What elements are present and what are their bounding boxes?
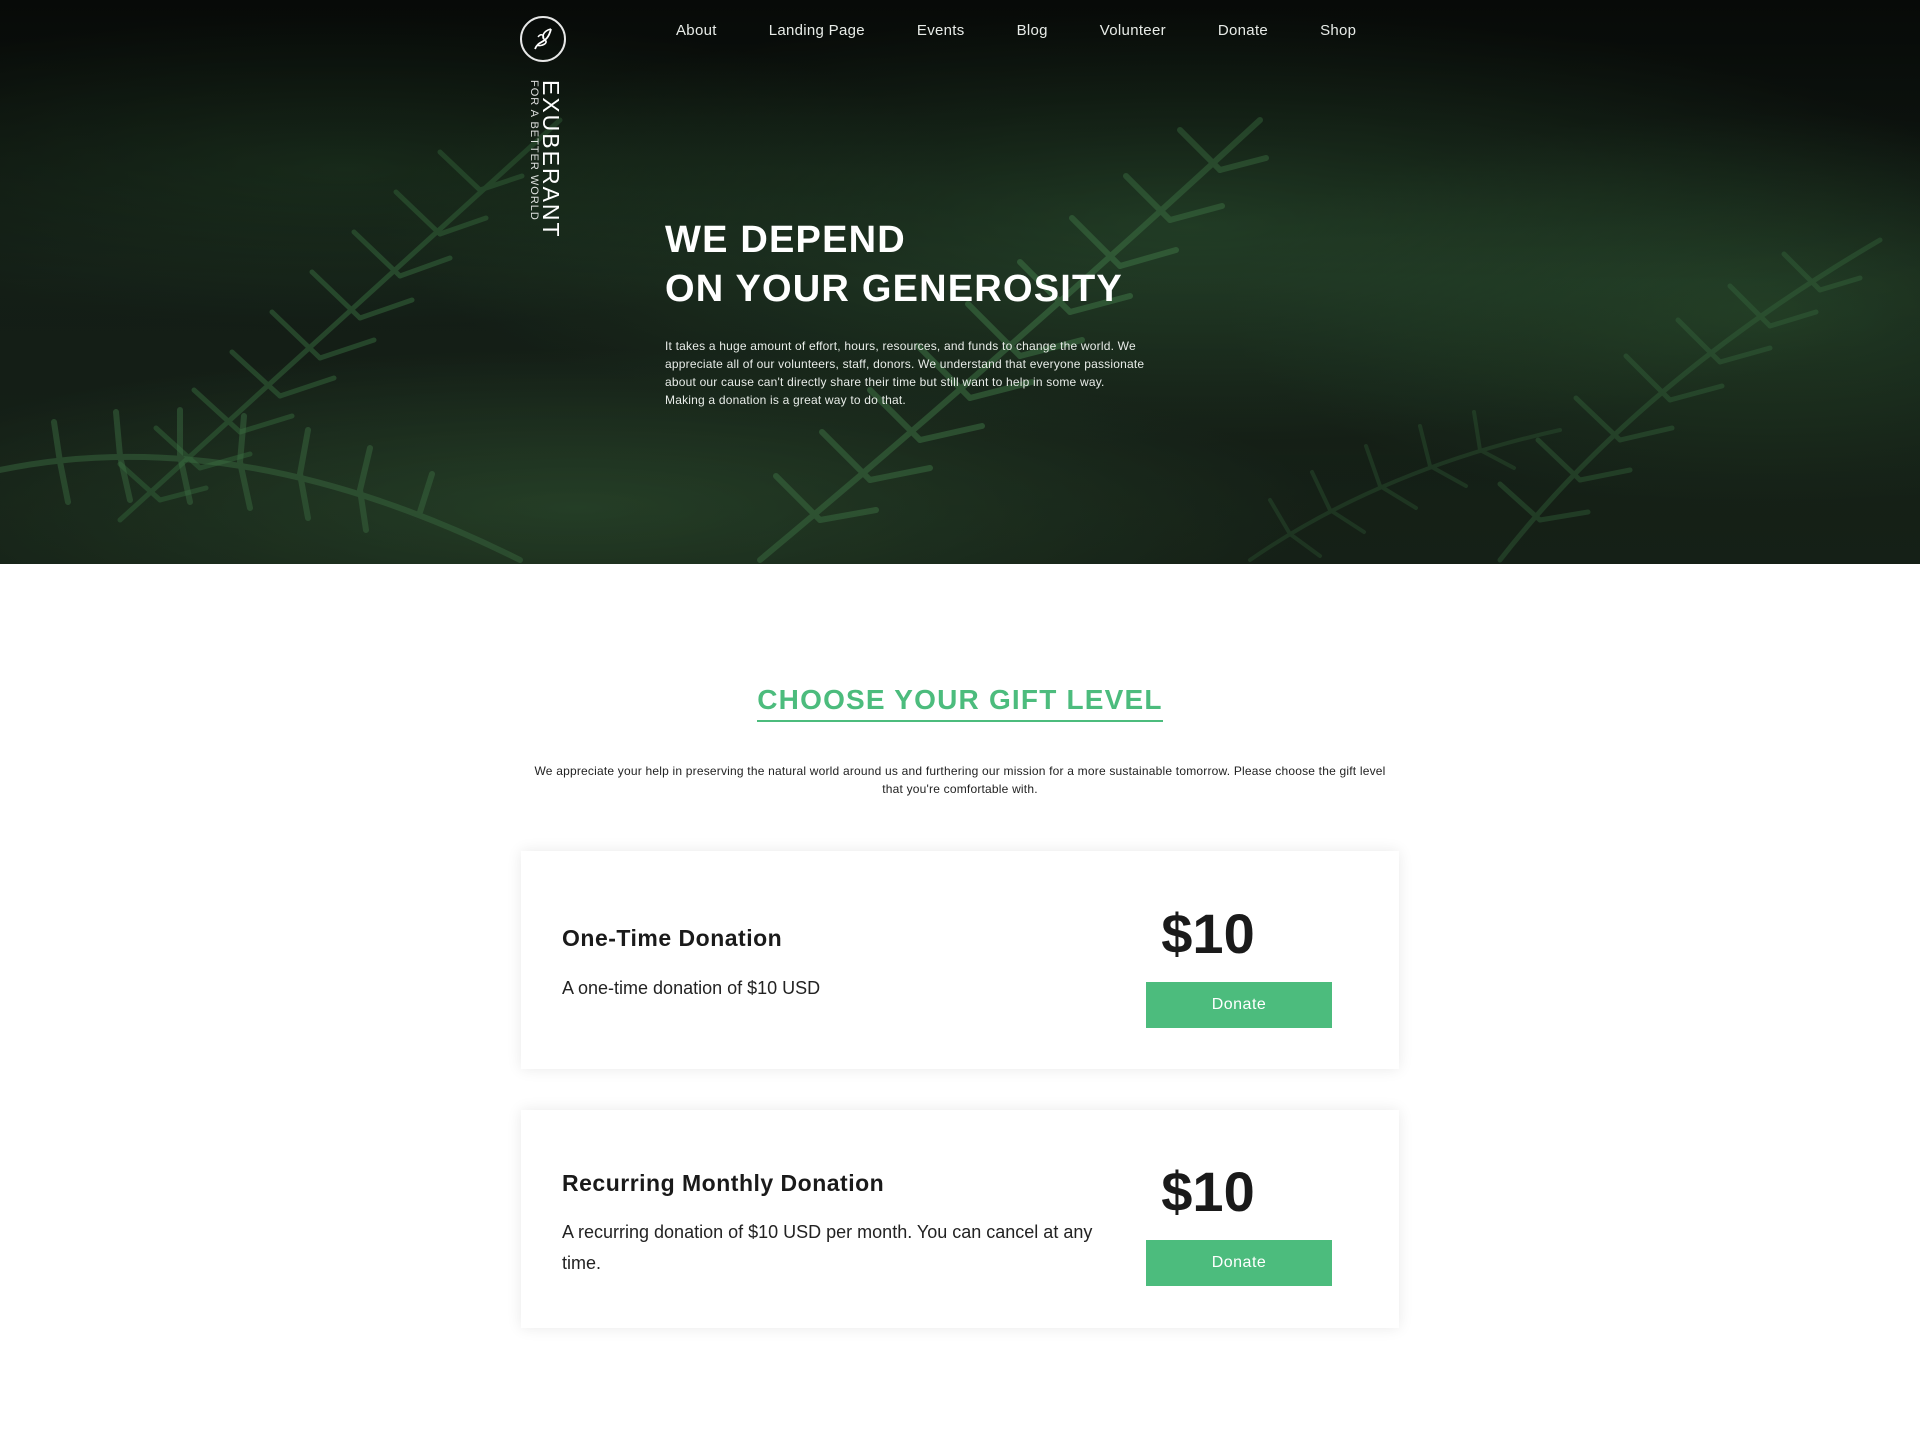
main-nav: About Landing Page Events Blog Volunteer… xyxy=(676,22,1408,44)
gift-card-description: A one-time donation of $10 USD xyxy=(562,978,821,998)
brand-name: EXUBERANT xyxy=(538,80,564,239)
hero-title-line-2: ON YOUR GENEROSITY xyxy=(665,268,1123,310)
hero-description: It takes a huge amount of effort, hours,… xyxy=(665,339,1145,407)
gift-card-title: One-Time Donation xyxy=(562,925,783,951)
nav-item-about[interactable]: About xyxy=(676,22,717,44)
nav-item-shop[interactable]: Shop xyxy=(1320,22,1356,44)
donate-one-time-button[interactable]: Donate xyxy=(1146,982,1332,1028)
gift-card-description: A recurring donation of $10 USD per mont… xyxy=(562,1222,1093,1273)
gift-card-price: $10 xyxy=(1161,1160,1255,1223)
gift-card-one-time: One-Time Donation A one-time donation of… xyxy=(521,851,1399,1069)
gift-level-heading: CHOOSE YOUR GIFT LEVEL xyxy=(0,684,1920,722)
gift-card-recurring: Recurring Monthly Donation A recurring d… xyxy=(521,1110,1399,1328)
gift-card-title: Recurring Monthly Donation xyxy=(562,1170,885,1196)
nav-item-events[interactable]: Events xyxy=(917,22,965,44)
nav-item-volunteer[interactable]: Volunteer xyxy=(1100,22,1166,44)
hero-title: WE DEPEND ON YOUR GENEROSITY xyxy=(665,216,1123,314)
brand-logo[interactable]: EXUBERANT FOR A BETTER WORLD xyxy=(520,16,568,246)
leaf-swirl-icon xyxy=(520,16,566,62)
nav-item-donate[interactable]: Donate xyxy=(1218,22,1268,44)
gift-level-intro: We appreciate your help in preserving th… xyxy=(534,764,1386,796)
hero-banner: EXUBERANT FOR A BETTER WORLD About Landi… xyxy=(0,0,1920,564)
gift-level-title: CHOOSE YOUR GIFT LEVEL xyxy=(757,684,1163,722)
brand-tagline: FOR A BETTER WORLD xyxy=(528,80,540,221)
nav-item-landing-page[interactable]: Landing Page xyxy=(769,22,865,44)
nav-item-blog[interactable]: Blog xyxy=(1017,22,1048,44)
gift-card-price: $10 xyxy=(1161,902,1255,965)
donate-recurring-button[interactable]: Donate xyxy=(1146,1240,1332,1286)
hero-title-line-1: WE DEPEND xyxy=(665,219,906,261)
